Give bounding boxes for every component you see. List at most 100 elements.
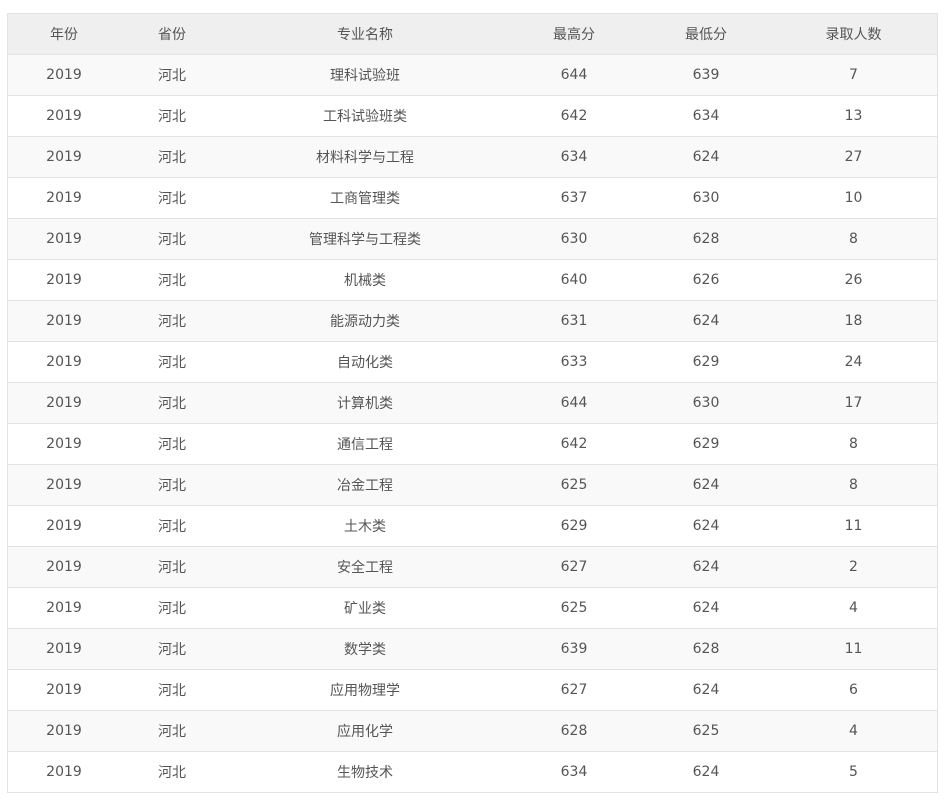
cell-year: 2019 (46, 682, 82, 698)
cell-min-score: 624 (692, 600, 720, 616)
cell-admitted-count: 17 (844, 395, 863, 411)
cell-max-score: 631 (560, 313, 588, 329)
cell-max-score: 639 (560, 641, 588, 657)
cell-province: 河北 (158, 765, 186, 781)
cell-max-score: 640 (560, 272, 588, 288)
cell-year: 2019 (46, 190, 82, 206)
cell-admitted-count: 5 (849, 764, 858, 780)
table-row: 2019 河北 数学类 639 628 11 (8, 629, 937, 670)
table-row: 2019 河北 土木类 629 624 11 (8, 506, 937, 547)
cell-min-score: 639 (692, 67, 720, 83)
cell-admitted-count: 13 (844, 108, 863, 124)
column-header-province[interactable]: 省份 (120, 14, 224, 54)
cell-province: 河北 (158, 560, 186, 576)
cell-max-score: 634 (560, 149, 588, 165)
cell-min-score: 624 (692, 764, 720, 780)
cell-admitted-count: 4 (849, 723, 858, 739)
table-header-row: 年份 省份 专业名称 最高分 最低分 录取人数 (8, 14, 937, 55)
cell-province: 河北 (158, 396, 186, 412)
cell-major: 矿业类 (344, 601, 386, 617)
cell-admitted-count: 11 (844, 518, 863, 534)
cell-province: 河北 (158, 519, 186, 535)
cell-max-score: 644 (560, 67, 588, 83)
table-row: 2019 河北 通信工程 642 629 8 (8, 424, 937, 465)
cell-year: 2019 (46, 395, 82, 411)
cell-admitted-count: 8 (849, 436, 858, 452)
cell-min-score: 628 (692, 641, 720, 657)
cell-min-score: 630 (692, 395, 720, 411)
cell-year: 2019 (46, 477, 82, 493)
cell-year: 2019 (46, 313, 82, 329)
cell-min-score: 625 (692, 723, 720, 739)
cell-max-score: 642 (560, 436, 588, 452)
cell-province: 河北 (158, 191, 186, 207)
table-row: 2019 河北 工商管理类 637 630 10 (8, 178, 937, 219)
cell-max-score: 642 (560, 108, 588, 124)
cell-year: 2019 (46, 108, 82, 124)
cell-province: 河北 (158, 150, 186, 166)
column-header-major[interactable]: 专业名称 (224, 14, 506, 54)
cell-admitted-count: 2 (849, 559, 858, 575)
cell-province: 河北 (158, 601, 186, 617)
table-body: 2019 河北 理科试验班 644 639 7 2019 河北 工科试验班类 642 634 13 20… (8, 55, 937, 793)
cell-admitted-count: 8 (849, 477, 858, 493)
cell-max-score: 637 (560, 190, 588, 206)
cell-max-score: 627 (560, 559, 588, 575)
cell-year: 2019 (46, 641, 82, 657)
column-header-min-score[interactable]: 最低分 (642, 14, 770, 54)
cell-major: 能源动力类 (330, 314, 400, 330)
cell-year: 2019 (46, 436, 82, 452)
table-row: 2019 河北 能源动力类 631 624 18 (8, 301, 937, 342)
table-row: 2019 河北 矿业类 625 624 4 (8, 588, 937, 629)
column-header-admitted-count[interactable]: 录取人数 (770, 14, 937, 54)
table-row: 2019 河北 应用化学 628 625 4 (8, 711, 937, 752)
cell-admitted-count: 26 (844, 272, 863, 288)
table-row: 2019 河北 应用物理学 627 624 6 (8, 670, 937, 711)
cell-admitted-count: 27 (844, 149, 863, 165)
cell-province: 河北 (158, 724, 186, 740)
cell-admitted-count: 18 (844, 313, 863, 329)
cell-max-score: 629 (560, 518, 588, 534)
column-header-year[interactable]: 年份 (8, 14, 120, 54)
cell-province: 河北 (158, 314, 186, 330)
cell-year: 2019 (46, 354, 82, 370)
cell-max-score: 628 (560, 723, 588, 739)
table-row: 2019 河北 生物技术 634 624 5 (8, 752, 937, 793)
cell-major: 计算机类 (337, 396, 393, 412)
cell-min-score: 624 (692, 149, 720, 165)
table-row: 2019 河北 机械类 640 626 26 (8, 260, 937, 301)
table-row: 2019 河北 冶金工程 625 624 8 (8, 465, 937, 506)
cell-admitted-count: 24 (844, 354, 863, 370)
cell-major: 机械类 (344, 273, 386, 289)
column-header-max-score[interactable]: 最高分 (506, 14, 642, 54)
cell-admitted-count: 8 (849, 231, 858, 247)
cell-min-score: 624 (692, 559, 720, 575)
table-row: 2019 河北 管理科学与工程类 630 628 8 (8, 219, 937, 260)
cell-year: 2019 (46, 231, 82, 247)
cell-major: 冶金工程 (337, 478, 393, 494)
cell-admitted-count: 10 (844, 190, 863, 206)
cell-admitted-count: 6 (849, 682, 858, 698)
cell-major: 数学类 (344, 642, 386, 658)
cell-province: 河北 (158, 273, 186, 289)
cell-major: 管理科学与工程类 (309, 232, 421, 248)
cell-admitted-count: 7 (849, 67, 858, 83)
cell-province: 河北 (158, 437, 186, 453)
cell-year: 2019 (46, 272, 82, 288)
cell-max-score: 627 (560, 682, 588, 698)
admission-scores-table: 年份 省份 专业名称 最高分 最低分 录取人数 2019 河北 理科试验班 644 63… (7, 13, 938, 793)
cell-province: 河北 (158, 355, 186, 371)
cell-year: 2019 (46, 67, 82, 83)
table-row: 2019 河北 工科试验班类 642 634 13 (8, 96, 937, 137)
cell-min-score: 630 (692, 190, 720, 206)
cell-year: 2019 (46, 149, 82, 165)
table-row: 2019 河北 计算机类 644 630 17 (8, 383, 937, 424)
cell-min-score: 634 (692, 108, 720, 124)
cell-major: 土木类 (344, 519, 386, 535)
cell-min-score: 624 (692, 682, 720, 698)
table-row: 2019 河北 材料科学与工程 634 624 27 (8, 137, 937, 178)
cell-min-score: 628 (692, 231, 720, 247)
cell-admitted-count: 4 (849, 600, 858, 616)
cell-major: 自动化类 (337, 355, 393, 371)
cell-province: 河北 (158, 232, 186, 248)
